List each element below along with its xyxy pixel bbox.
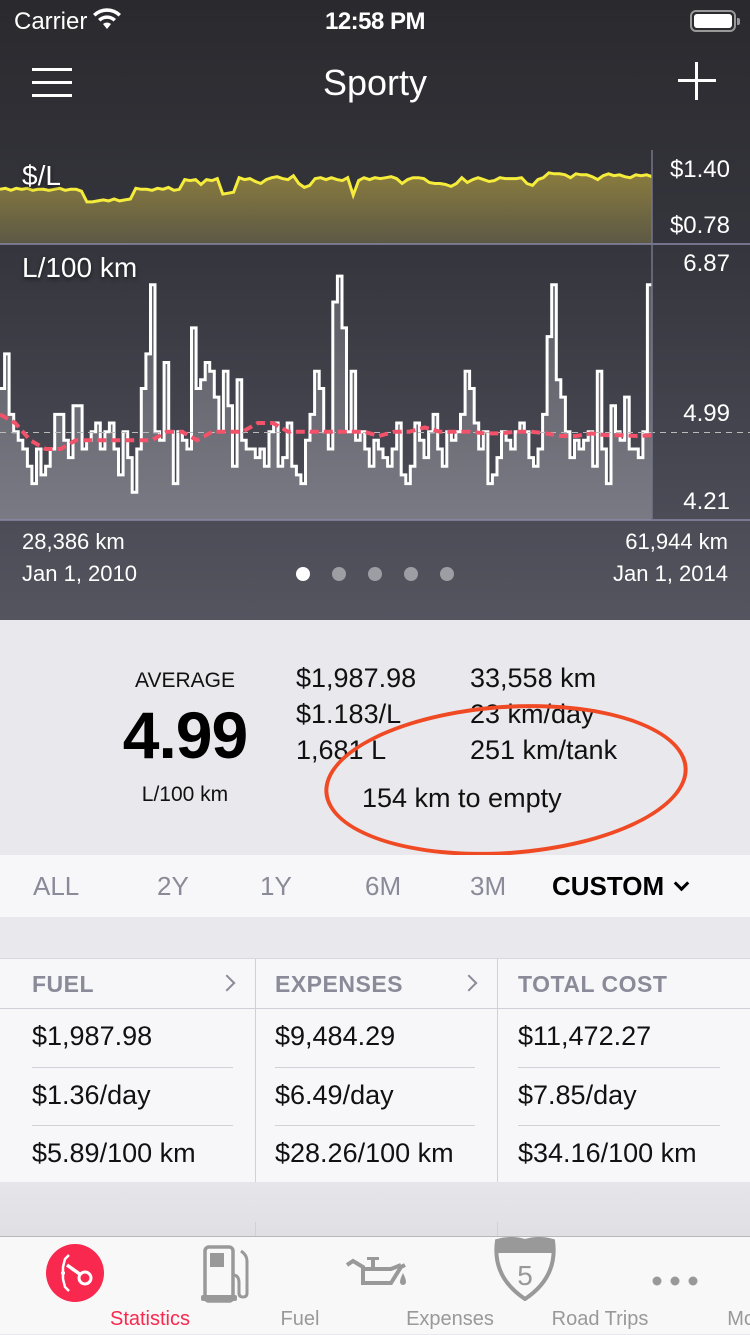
average-unit: L/100 km: [141, 783, 229, 806]
fuel-pump-icon: [201, 1245, 249, 1303]
range-start: 28,386 km Jan 1, 2010: [22, 526, 137, 590]
total-litres: 1,681 L: [296, 735, 387, 765]
expenses-column[interactable]: EXPENSES $9,484.29 $6.49/day $28.26/100 …: [255, 959, 497, 1183]
shield-number: 5: [517, 1260, 533, 1291]
tab-more-label: More: [727, 1308, 750, 1330]
distance-to-empty: 154 km to empty: [362, 783, 562, 813]
end-odometer: 61,944 km: [625, 529, 728, 554]
fuel-total: $1,987.98: [32, 1021, 153, 1051]
period-1y[interactable]: 1Y: [260, 871, 292, 902]
average-label: AVERAGE: [135, 669, 235, 692]
chevron-down-icon: [673, 875, 690, 892]
period-custom[interactable]: CUSTOM: [552, 871, 690, 902]
more-dots-icon: [652, 1276, 698, 1286]
avg-price-per-litre: $1.183/L: [296, 699, 402, 729]
expenses-per-day: $6.49/day: [275, 1067, 475, 1125]
tab-bar: Statistics Fuel Expenses 5 Road Trips Mo: [0, 1236, 750, 1334]
average-value: 4.99: [122, 698, 248, 772]
start-odometer: 28,386 km: [22, 529, 125, 554]
price-area: [0, 172, 652, 244]
distance-per-tank: 251 km/tank: [470, 735, 618, 765]
end-date: Jan 1, 2014: [613, 561, 728, 586]
price-chart-title: $/L: [22, 160, 61, 191]
period-selector: ALL 2Y 1Y 6M 3M CUSTOM: [0, 855, 750, 917]
total-cost-header: TOTAL COST: [498, 959, 750, 1009]
tab-road-trips[interactable]: 5 Road Trips: [450, 1237, 648, 1335]
economy-avg-label: 4.99: [683, 400, 730, 427]
vehicle-title: Sporty: [322, 62, 428, 103]
tab-fuel[interactable]: Fuel: [150, 1237, 319, 1335]
status-bar: Carrier 12:58 PM: [0, 0, 750, 40]
add-button[interactable]: [678, 62, 716, 100]
fuel-header-label: FUEL: [32, 971, 95, 997]
page-dot[interactable]: [332, 567, 346, 581]
period-all[interactable]: ALL: [33, 871, 79, 902]
total-cost-header-label: TOTAL COST: [518, 971, 668, 997]
expenses-header-label: EXPENSES: [275, 971, 403, 997]
expenses-per-100km: $28.26/100 km: [275, 1125, 475, 1183]
tab-expenses[interactable]: Expenses: [300, 1237, 494, 1335]
interstate-shield-icon: 5: [494, 1237, 556, 1301]
next-section-peek: [0, 1182, 750, 1236]
total-fuel-cost: $1,987.98: [296, 663, 417, 693]
battery-icon: [690, 10, 740, 32]
period-custom-label: CUSTOM: [552, 871, 665, 901]
period-2y[interactable]: 2Y: [157, 871, 189, 902]
page-dot[interactable]: [404, 567, 418, 581]
period-6m[interactable]: 6M: [365, 871, 401, 902]
price-min-label: $0.78: [669, 212, 730, 239]
fuel-header[interactable]: FUEL: [0, 959, 255, 1009]
economy-min-label: 4.21: [683, 488, 730, 515]
fuel-per-day: $1.36/day: [32, 1067, 233, 1125]
distance-per-day: 23 km/day: [470, 699, 595, 729]
fuel-column[interactable]: FUEL $1,987.98 $1.36/day $5.89/100 km: [0, 959, 255, 1183]
oil-can-icon: [345, 1257, 406, 1285]
navigation-bar: Sporty: [0, 40, 750, 128]
total-cost-column: TOTAL COST $11,472.27 $7.85/day $34.16/1…: [497, 959, 750, 1183]
tab-more[interactable]: More: [600, 1237, 750, 1335]
charts-svg: [0, 150, 750, 521]
price-max-label: $1.40: [669, 156, 730, 183]
total-distance: 33,558 km: [470, 663, 597, 693]
chevron-right-icon: [218, 974, 236, 992]
total-cost-per-100km: $34.16/100 km: [518, 1125, 720, 1183]
page-dot[interactable]: [440, 567, 454, 581]
range-end: 61,944 km Jan 1, 2014: [613, 526, 728, 590]
page-dot[interactable]: [296, 567, 310, 581]
summary-panel: AVERAGE 4.99 L/100 km $1,987.98 $1.183/L…: [0, 621, 750, 853]
total-cost-total: $11,472.27: [518, 1021, 652, 1051]
fuel-per-100km: $5.89/100 km: [32, 1125, 233, 1183]
tab-statistics[interactable]: Statistics: [0, 1237, 190, 1335]
cost-table: FUEL $1,987.98 $1.36/day $5.89/100 km EX…: [0, 958, 750, 1183]
clock: 12:58 PM: [324, 8, 426, 35]
start-date: Jan 1, 2010: [22, 561, 137, 586]
page-dot[interactable]: [368, 567, 382, 581]
economy-chart-title: L/100 km: [22, 252, 138, 283]
chevron-right-icon: [460, 974, 478, 992]
expenses-header[interactable]: EXPENSES: [256, 959, 497, 1009]
economy-area: [0, 276, 652, 520]
gauge-icon: [46, 1244, 104, 1302]
total-cost-per-day: $7.85/day: [518, 1067, 720, 1125]
economy-max-label: 6.87: [683, 250, 730, 277]
page-indicator[interactable]: [296, 567, 454, 581]
period-3m[interactable]: 3M: [470, 871, 506, 902]
expenses-total: $9,484.29: [275, 1021, 396, 1051]
